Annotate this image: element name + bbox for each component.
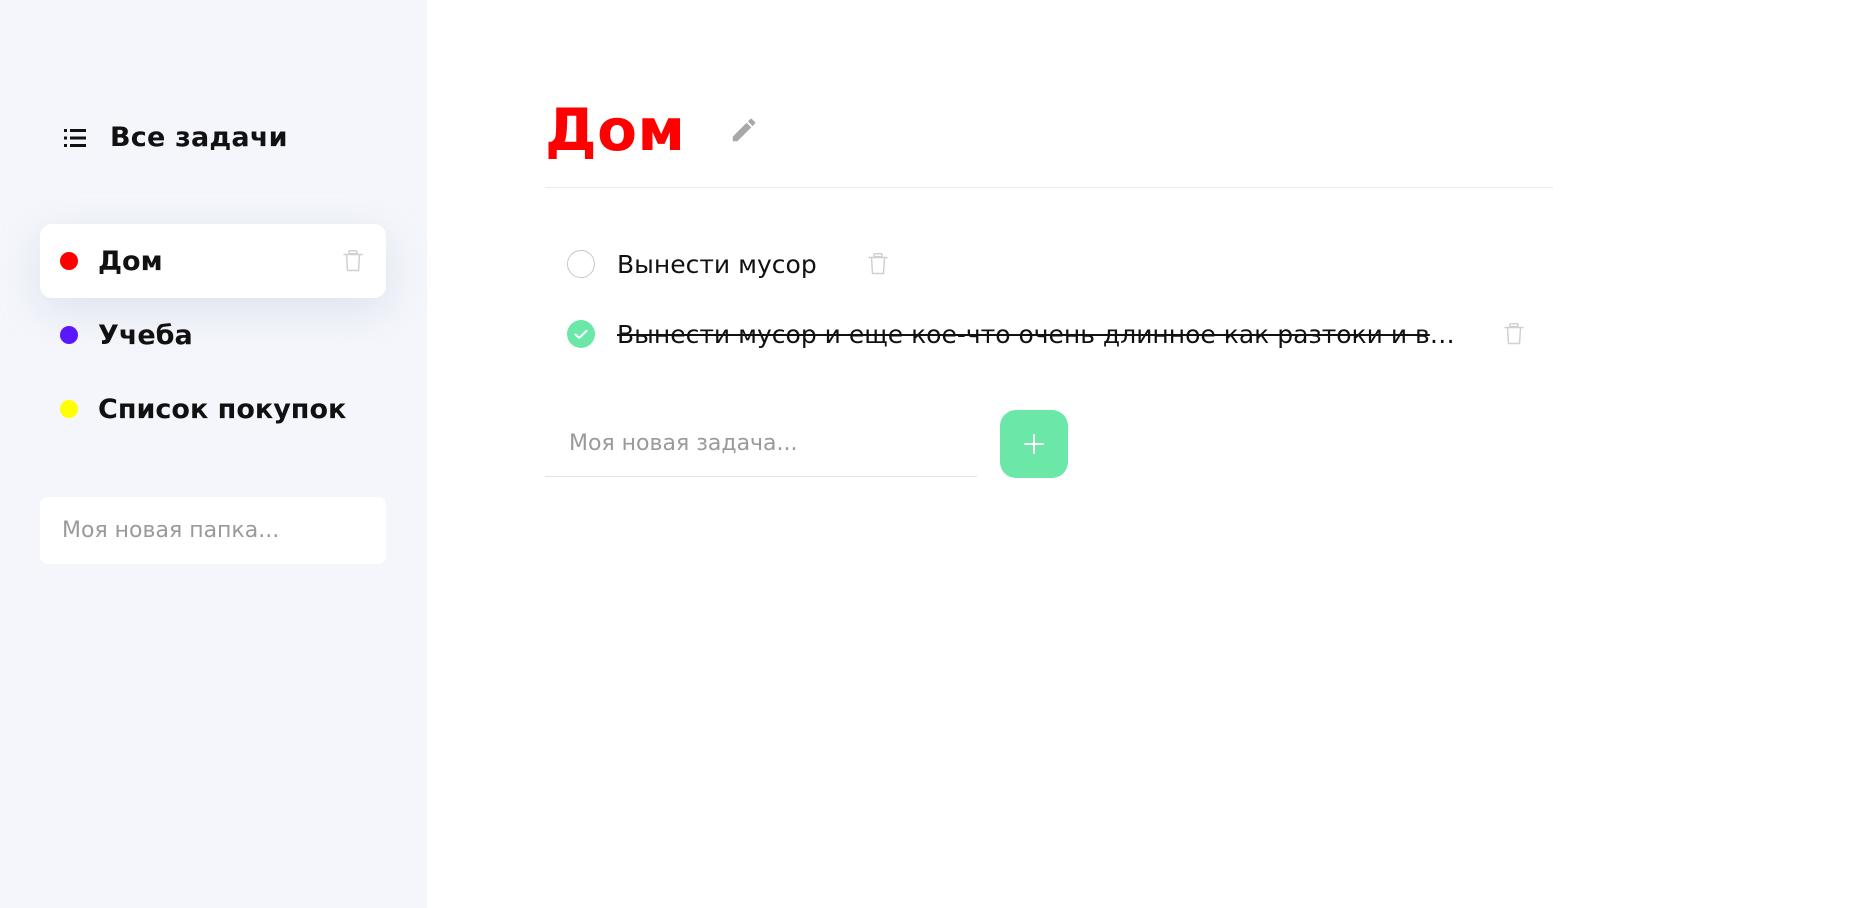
- task-checkbox[interactable]: [567, 250, 595, 278]
- folder-list: Дом Учеба Список покупок: [40, 224, 386, 446]
- pencil-icon[interactable]: [727, 113, 761, 147]
- new-task-field: [545, 410, 977, 477]
- folder-item-home[interactable]: Дом: [40, 224, 386, 298]
- all-tasks-label: Все задачи: [110, 122, 288, 153]
- trash-icon[interactable]: [342, 249, 364, 273]
- task-item: Вынести мусор и еще кое-что очень длинно…: [567, 314, 1552, 354]
- title-row: Дом: [545, 96, 761, 164]
- trash-icon[interactable]: [1503, 322, 1525, 346]
- title-divider: [545, 187, 1553, 188]
- folder-color-dot: [60, 326, 78, 344]
- page-title: Дом: [545, 96, 686, 164]
- app: Все задачи Дом Учеба Список покупок Моя …: [0, 0, 1853, 908]
- new-folder-field: [40, 497, 386, 564]
- task-item: Вынести мусор: [567, 244, 889, 284]
- folder-label: Учеба: [98, 319, 193, 351]
- folder-color-dot: [60, 400, 78, 418]
- plus-icon: [1024, 434, 1044, 454]
- task-text: Вынести мусор и еще кое-что очень длинно…: [617, 319, 1460, 349]
- task-text: Вынести мусор: [617, 249, 817, 279]
- folder-item-shopping-list[interactable]: Список покупок: [40, 372, 386, 446]
- folder-color-dot: [60, 252, 78, 270]
- all-tasks-button[interactable]: Все задачи: [62, 122, 288, 153]
- new-folder-input[interactable]: [60, 517, 366, 544]
- new-task-form: [545, 410, 1068, 478]
- trash-icon[interactable]: [867, 252, 889, 276]
- folder-label: Список покупок: [98, 393, 347, 425]
- list-icon: [62, 127, 88, 149]
- folder-label: Дом: [98, 245, 163, 277]
- new-task-input[interactable]: [567, 429, 901, 457]
- main-panel: Дом Вынести мусор Вынести мусор и еще ко…: [427, 0, 1853, 908]
- folder-item-study[interactable]: Учеба: [40, 298, 386, 372]
- task-checkbox-checked[interactable]: [567, 320, 595, 348]
- sidebar: Все задачи Дом Учеба Список покупок Моя …: [0, 0, 427, 908]
- checkmark-icon: [574, 329, 588, 339]
- add-task-button[interactable]: [1000, 410, 1068, 478]
